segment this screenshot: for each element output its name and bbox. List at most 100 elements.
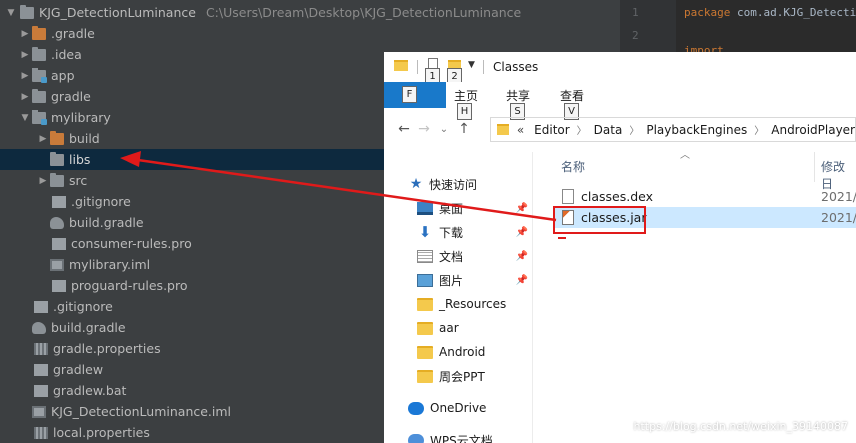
folder-icon bbox=[417, 297, 433, 311]
pin-icon[interactable]: 📌 bbox=[516, 227, 528, 238]
tree-item--gradle[interactable]: ▶ .gradle bbox=[0, 23, 620, 44]
nav-item-label: 快速访问 bbox=[429, 177, 478, 192]
chevron-down-icon[interactable]: ▼ bbox=[18, 113, 32, 123]
chevron-right-icon[interactable]: ▶ bbox=[18, 71, 32, 81]
nav-item-label: 桌面 bbox=[439, 201, 464, 216]
tree-item-label: consumer-rules.pro bbox=[71, 236, 192, 251]
nav-item-label: _Resources bbox=[439, 297, 507, 311]
red-mark bbox=[558, 237, 566, 239]
tab-share[interactable]: 共享 bbox=[506, 87, 530, 104]
pin-icon[interactable]: 📌 bbox=[516, 251, 528, 262]
folder-icon bbox=[497, 124, 509, 135]
chevron-right-icon[interactable]: 〉 bbox=[577, 122, 587, 137]
tab-view[interactable]: 查看 bbox=[560, 87, 584, 104]
overflow-chevron[interactable]: « bbox=[517, 123, 524, 137]
explorer-titlebar: ▼ Classes 1 2 bbox=[384, 52, 856, 85]
pane-divider[interactable] bbox=[532, 152, 533, 443]
keytip-file: F bbox=[402, 86, 417, 103]
dex-file-icon bbox=[562, 189, 574, 204]
nav-item-5[interactable]: _Resources bbox=[384, 292, 532, 316]
file-icon bbox=[34, 363, 48, 376]
nav-item-label: 下载 bbox=[439, 225, 464, 240]
file-icon bbox=[34, 300, 48, 313]
module-folder-icon bbox=[32, 67, 47, 83]
code-keyword: package bbox=[684, 6, 731, 19]
file-date: 2021/ bbox=[821, 189, 856, 204]
folder-icon bbox=[32, 88, 46, 103]
tree-item-label: .gitignore bbox=[71, 194, 131, 209]
folder-icon bbox=[32, 46, 46, 61]
nav-item-label: WPS云文档 bbox=[430, 433, 493, 443]
iml-icon bbox=[32, 405, 46, 418]
tree-item-label: local.properties bbox=[53, 425, 150, 440]
project-path: C:\Users\Dream\Desktop\KJG_DetectionLumi… bbox=[205, 5, 522, 20]
nav-item-1[interactable]: 桌面 📌 bbox=[384, 196, 532, 220]
download-icon: ⬇ bbox=[418, 222, 432, 241]
watermark: https://blog.csdn.net/weixin_39140087 bbox=[633, 420, 848, 433]
qat-dropdown-icon[interactable]: ▼ bbox=[468, 60, 475, 70]
sort-chevron-icon: ︿ bbox=[680, 150, 690, 161]
breadcrumb-editor[interactable]: Editor bbox=[534, 123, 570, 137]
nav-item-8[interactable]: 周会PPT bbox=[384, 364, 532, 388]
tree-item-label: mylibrary bbox=[51, 110, 111, 125]
nav-item-4[interactable]: 图片 📌 bbox=[384, 268, 532, 292]
tree-item-label: app bbox=[51, 68, 75, 83]
chevron-right-icon[interactable]: ▶ bbox=[18, 29, 32, 39]
highlight-box bbox=[553, 206, 646, 234]
nav-item-label: 文档 bbox=[439, 249, 464, 264]
code-line-1[interactable]: package com.ad.KJG_DetectionL bbox=[684, 6, 856, 19]
code-package: com.ad.KJG_DetectionL bbox=[736, 6, 856, 19]
breadcrumb-data[interactable]: Data bbox=[594, 123, 623, 137]
forward-arrow-icon[interactable]: → bbox=[414, 121, 434, 137]
nav-item-label: 图片 bbox=[439, 273, 464, 288]
folder-icon bbox=[417, 345, 433, 359]
tree-item-label: proguard-rules.pro bbox=[71, 278, 188, 293]
breadcrumb-androidplayer[interactable]: AndroidPlayer bbox=[771, 123, 855, 137]
chevron-right-icon[interactable]: ▶ bbox=[18, 92, 32, 102]
folder-orange-icon bbox=[32, 25, 46, 40]
tree-item-label: .gradle bbox=[51, 26, 95, 41]
pin-icon[interactable]: 📌 bbox=[516, 203, 528, 214]
folder-icon bbox=[417, 321, 433, 335]
column-divider[interactable] bbox=[814, 152, 815, 182]
file-icon bbox=[34, 384, 48, 397]
properties-icon bbox=[34, 426, 48, 439]
file-date: 2021/ bbox=[821, 210, 856, 225]
chevron-down-icon[interactable]: ▼ bbox=[4, 8, 18, 18]
file-row-classes-dex[interactable]: classes.dex 2021/ bbox=[554, 186, 856, 207]
up-arrow-icon[interactable]: ↑ bbox=[454, 121, 474, 137]
star-icon: ★ bbox=[409, 176, 423, 192]
chevron-right-icon[interactable]: ▶ bbox=[36, 176, 50, 186]
folder-icon bbox=[394, 60, 408, 71]
back-arrow-icon[interactable]: ← bbox=[394, 121, 414, 137]
chevron-right-icon[interactable]: ▶ bbox=[36, 134, 50, 144]
project-root-row[interactable]: ▼ KJG_DetectionLuminance C:\Users\Dream\… bbox=[0, 2, 620, 23]
nav-item-3[interactable]: 文档 📌 bbox=[384, 244, 532, 268]
nav-item-label: 周会PPT bbox=[439, 369, 485, 384]
address-bar[interactable]: « Editor 〉 Data 〉 PlaybackEngines 〉 Andr… bbox=[490, 117, 856, 142]
separator bbox=[417, 60, 418, 74]
chevron-right-icon[interactable]: 〉 bbox=[629, 122, 639, 137]
nav-item-0[interactable]: ★ 快速访问 bbox=[384, 172, 532, 196]
recent-dropdown-icon[interactable]: ⌄ bbox=[434, 124, 454, 135]
nav-item-6[interactable]: aar bbox=[384, 316, 532, 340]
chevron-right-icon[interactable]: 〉 bbox=[754, 122, 764, 137]
tree-item-label: gradle bbox=[51, 89, 91, 104]
tree-item-label: gradlew.bat bbox=[53, 383, 127, 398]
pin-icon[interactable]: 📌 bbox=[516, 275, 528, 286]
nav-item-9[interactable]: OneDrive bbox=[384, 396, 532, 420]
gradle-icon bbox=[32, 321, 46, 334]
ribbon-tabs: F 主页 H 共享 S 查看 V bbox=[384, 82, 856, 120]
tab-home[interactable]: 主页 bbox=[454, 87, 478, 104]
tree-item-label: build.gradle bbox=[69, 215, 144, 230]
nav-item-2[interactable]: ⬇ 下载 📌 bbox=[384, 220, 532, 244]
column-header-name[interactable]: 名称 bbox=[561, 158, 585, 175]
properties-icon bbox=[34, 342, 48, 355]
chevron-right-icon[interactable]: ▶ bbox=[18, 50, 32, 60]
tree-item-label: build.gradle bbox=[51, 320, 126, 335]
file-icon bbox=[52, 195, 66, 208]
line-number: 2 bbox=[632, 29, 639, 42]
breadcrumb-playbackengines[interactable]: PlaybackEngines bbox=[646, 123, 747, 137]
nav-item-7[interactable]: Android bbox=[384, 340, 532, 364]
nav-item-10[interactable]: WPS云文档 bbox=[384, 428, 532, 443]
